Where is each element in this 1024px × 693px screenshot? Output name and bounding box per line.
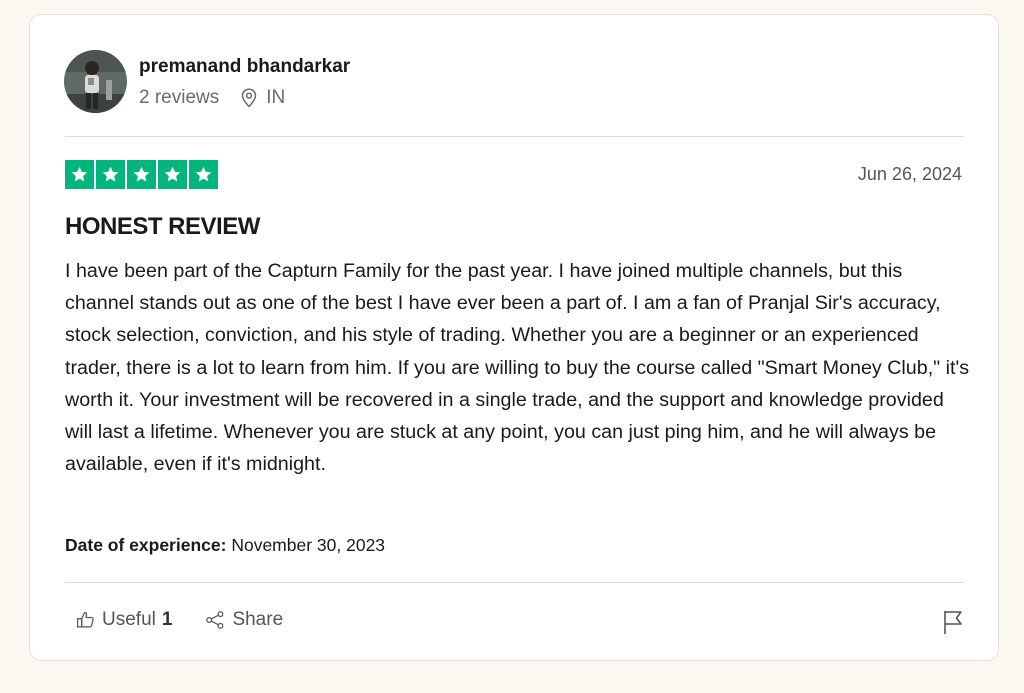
review-card: premanand bhandarkar 2 reviews IN Jun 26… xyxy=(29,14,999,661)
divider xyxy=(65,582,964,583)
star-icon xyxy=(65,160,94,189)
useful-label: Useful xyxy=(102,609,156,630)
share-label: Share xyxy=(232,609,284,630)
experience-date: November 30, 2023 xyxy=(231,535,386,555)
useful-button[interactable]: Useful 1 xyxy=(75,609,172,631)
star-icon xyxy=(127,160,156,189)
review-count: 2 reviews xyxy=(139,87,220,108)
review-body: I have been part of the Capturn Family f… xyxy=(65,260,970,476)
location-pin-icon xyxy=(241,88,257,108)
useful-count: 1 xyxy=(161,609,173,630)
reviewer-country: IN xyxy=(266,87,286,108)
star-icon xyxy=(96,160,125,189)
avatar-photo xyxy=(64,50,127,113)
reviewer-name[interactable]: premanand bhandarkar xyxy=(139,56,350,78)
star-icon xyxy=(158,160,187,189)
star-rating xyxy=(65,160,218,189)
avatar[interactable] xyxy=(64,50,127,113)
review-date: Jun 26, 2024 xyxy=(857,164,962,184)
star-icon xyxy=(189,160,218,189)
review-title[interactable]: HONEST REVIEW xyxy=(65,213,260,241)
date-of-experience: Date of experience: November 30, 2023 xyxy=(65,535,385,556)
reviewer-meta: 2 reviews IN xyxy=(139,87,285,109)
review-actions: Useful 1 Share xyxy=(75,609,283,631)
experience-label: Date of experience: xyxy=(65,535,227,555)
flag-icon[interactable] xyxy=(942,609,964,635)
thumbs-up-icon xyxy=(75,610,96,630)
share-button[interactable]: Share xyxy=(204,609,283,631)
divider xyxy=(65,136,964,137)
share-icon xyxy=(204,610,226,630)
